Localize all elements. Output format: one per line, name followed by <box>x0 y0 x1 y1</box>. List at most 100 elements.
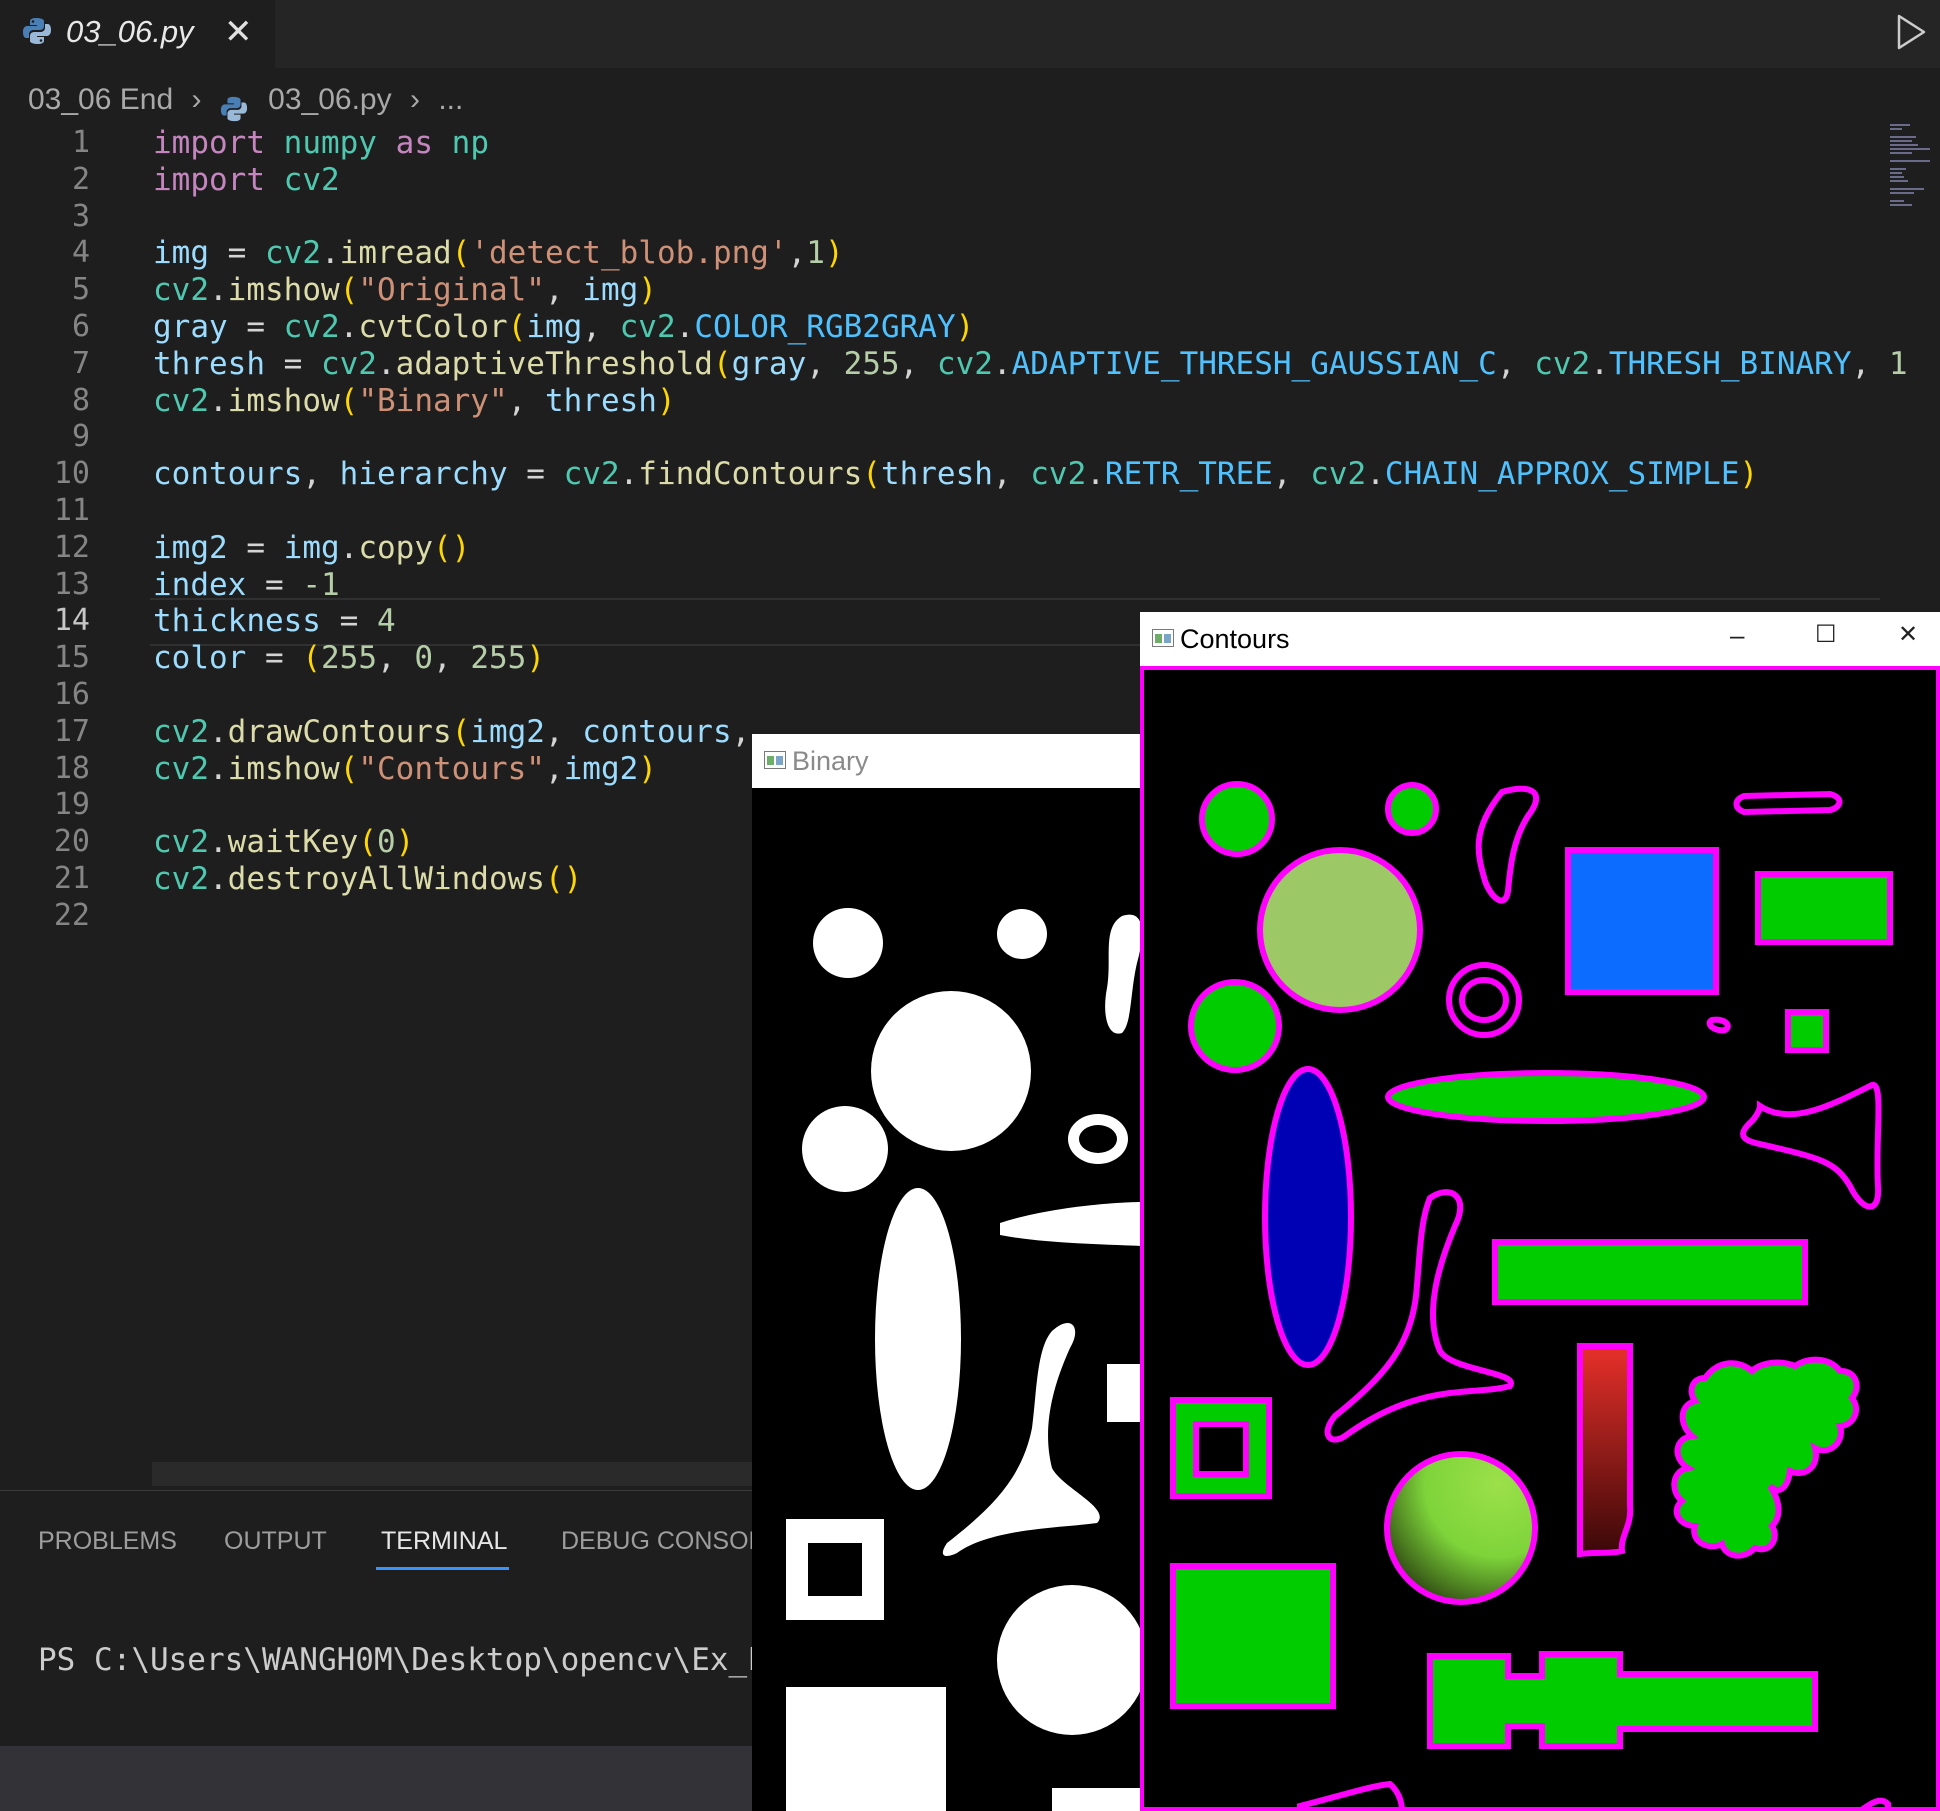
contours-window-titlebar[interactable]: Contours – ☐ ✕ <box>1140 612 1940 666</box>
code-token: contours <box>153 456 303 493</box>
code-token: . <box>209 272 228 309</box>
code-token: cv2 <box>320 345 377 382</box>
code-token: cv2 <box>1534 345 1591 382</box>
code-token: destroyAllWindows <box>227 861 545 897</box>
code-token: 0 <box>377 824 396 861</box>
code-token: ( <box>339 750 359 787</box>
python-file-icon <box>23 18 51 44</box>
code-token: cv2 <box>153 382 209 419</box>
code-token: ( <box>712 345 732 382</box>
contours-window[interactable]: Contours – ☐ ✕ <box>1140 612 1940 1811</box>
code-token: CHAIN_APPROX_SIMPLE <box>1384 456 1740 493</box>
tab-debug-console[interactable]: DEBUG CONSOL <box>561 1521 762 1561</box>
code-token: , <box>1272 456 1311 493</box>
code-token: RETR_TREE <box>1104 456 1273 493</box>
window-app-icon <box>764 751 786 769</box>
code-token: . <box>1086 456 1105 493</box>
breadcrumb-more[interactable]: ... <box>438 78 463 122</box>
code-token: , <box>377 640 415 677</box>
code-token: ) <box>824 235 844 272</box>
code-token: . <box>1366 456 1385 493</box>
code-token: img2 <box>563 750 639 787</box>
minimap[interactable] <box>1882 124 1938 224</box>
close-icon[interactable]: ✕ <box>224 10 253 54</box>
code-token: cv2 <box>153 861 209 897</box>
terminal-input-area <box>0 1746 760 1811</box>
close-icon[interactable]: ✕ <box>1898 616 1918 654</box>
tab-03-06-py[interactable]: 03_06.py ✕ <box>0 0 276 68</box>
code-token: cv2 <box>265 235 321 272</box>
code-token: , <box>1851 345 1889 382</box>
code-token: . <box>619 456 639 493</box>
code-token: cv2 <box>153 824 209 861</box>
code-token: 255 <box>470 640 527 677</box>
code-token: , <box>787 235 807 272</box>
code-token: cv2 <box>1030 456 1087 493</box>
code-token: . <box>992 345 1012 382</box>
code-token: cv2 <box>563 456 620 493</box>
code-token: cv2 <box>153 272 209 309</box>
code-token: thickness <box>153 603 321 640</box>
code-token: , <box>731 713 751 750</box>
code-token: cv2 <box>153 713 209 750</box>
code-token: ) <box>1739 456 1759 493</box>
code-token: 255 <box>843 345 900 382</box>
code-token: "Binary" <box>358 382 508 419</box>
code-token: = <box>320 603 377 640</box>
code-token: COLOR_RGB2GRAY <box>694 309 956 345</box>
horizontal-scrollbar[interactable] <box>152 1462 752 1486</box>
code-token: THRESH_BINARY <box>1608 345 1852 382</box>
binary-window[interactable]: Binary <box>752 734 1142 1811</box>
maximize-icon[interactable]: ☐ <box>1815 616 1837 654</box>
run-icon[interactable] <box>1894 12 1928 52</box>
code-token: gray <box>731 345 807 382</box>
code-token: drawContours <box>227 713 452 750</box>
code-token: contours <box>582 713 732 750</box>
breadcrumb-file[interactable]: 03_06.py <box>268 78 391 122</box>
terminal-prompt[interactable]: PS C:\Users\WANGH0M\Desktop\opencv\Ex_Fi <box>38 1637 785 1683</box>
chevron-right-icon: › <box>191 83 202 116</box>
tab-title: 03_06.py <box>66 14 194 49</box>
code-token: . <box>339 529 359 566</box>
code-token: , <box>433 640 471 677</box>
tab-problems[interactable]: PROBLEMS <box>38 1521 177 1561</box>
code-token: 0 <box>414 640 433 677</box>
code-token: 1 <box>1888 345 1908 382</box>
code-token: . <box>209 861 228 897</box>
code-token: cv2 <box>283 309 340 345</box>
code-token: ) <box>638 750 657 787</box>
code-token: , <box>582 309 620 345</box>
code-token: thresh <box>153 345 265 382</box>
code-token: img <box>582 272 639 309</box>
code-token: = <box>246 566 303 603</box>
code-token: cv2 <box>619 309 676 345</box>
code-token: -1 <box>302 566 340 603</box>
code-token: ( <box>451 713 471 750</box>
code-token: img <box>283 529 340 566</box>
code-token: ) <box>656 382 676 419</box>
binary-window-titlebar[interactable]: Binary <box>752 734 1142 788</box>
tab-output[interactable]: OUTPUT <box>224 1521 327 1561</box>
minimize-icon[interactable]: – <box>1730 616 1744 654</box>
code-token: . <box>209 713 228 750</box>
code-token: ( <box>862 456 881 493</box>
code-token: = <box>227 309 284 345</box>
code-token: imshow <box>227 272 340 309</box>
code-token: () <box>544 861 583 897</box>
code-token: waitKey <box>227 824 359 861</box>
code-token: thresh <box>544 382 657 419</box>
code-token: . <box>1590 345 1609 382</box>
tab-terminal[interactable]: TERMINAL <box>381 1521 507 1561</box>
code-token: . <box>209 382 228 419</box>
code-token: img <box>153 235 209 272</box>
code-token: . <box>321 235 340 272</box>
contours-window-title: Contours <box>1180 624 1290 654</box>
code-token: ) <box>395 824 415 861</box>
code-token: copy <box>358 529 433 566</box>
code-token: "Contours" <box>358 750 545 787</box>
binary-image <box>752 788 1142 1811</box>
breadcrumb-folder[interactable]: 03_06 End <box>28 78 173 122</box>
code-token: = <box>507 456 564 493</box>
